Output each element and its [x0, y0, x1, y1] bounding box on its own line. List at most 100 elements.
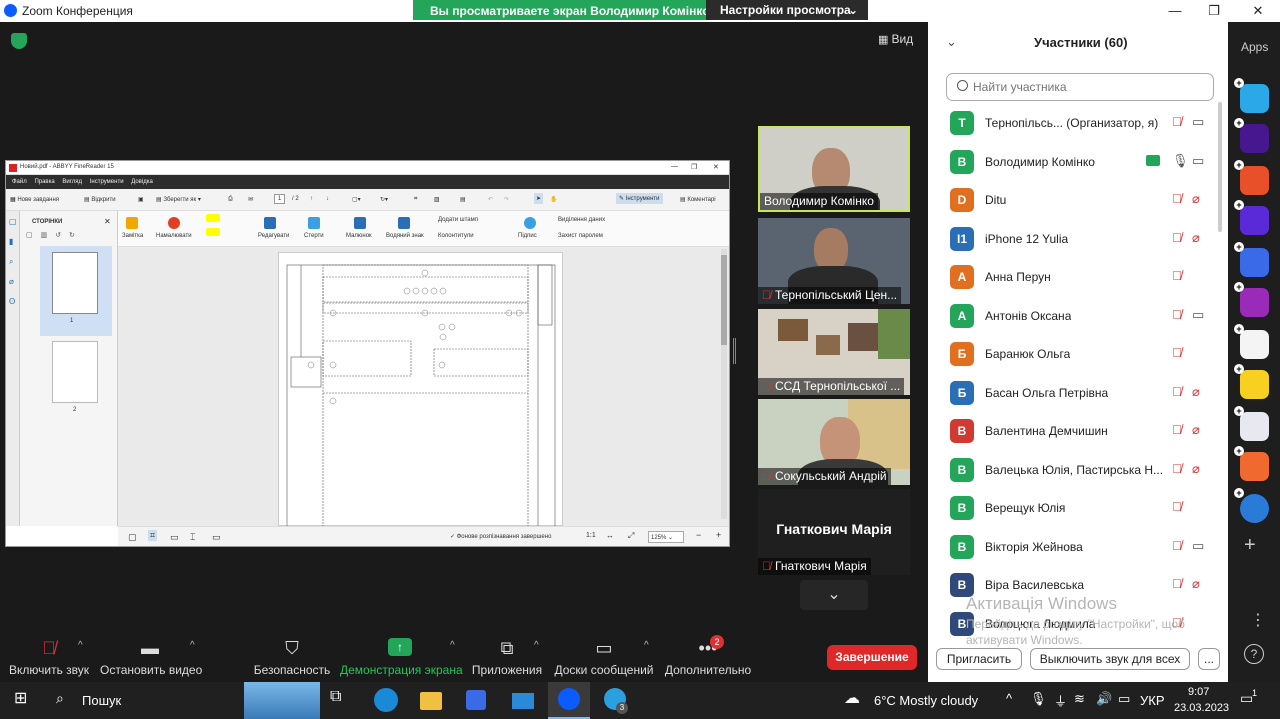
- muted-mic-icon[interactable]: 🎙̸: [1172, 230, 1182, 245]
- signature-icon[interactable]: [524, 217, 536, 229]
- image-icon[interactable]: ▨: [434, 196, 440, 203]
- app-icon-11[interactable]: +: [1234, 488, 1269, 523]
- fit-page-button[interactable]: ⤢: [628, 531, 634, 541]
- ribbon-picture[interactable]: Малюнок: [346, 233, 372, 239]
- mute-all-button[interactable]: Выключить звук для всех: [1030, 648, 1190, 670]
- erase-icon[interactable]: [308, 217, 320, 229]
- whiteboard-options-caret-icon[interactable]: ^: [644, 640, 649, 651]
- abbyy-close-button[interactable]: ✕: [713, 163, 719, 171]
- video-options-caret-icon[interactable]: ^: [190, 640, 195, 651]
- menu-tools[interactable]: Інструменти: [90, 175, 124, 189]
- print-icon[interactable]: ⎙: [228, 196, 233, 203]
- watermark-icon[interactable]: [398, 217, 410, 229]
- weather-text[interactable]: 6°C Mostly cloudy: [874, 693, 978, 708]
- search-icon[interactable]: ⌕: [9, 257, 13, 267]
- twine-app-icon[interactable]: +: [1234, 406, 1269, 441]
- usb-icon[interactable]: ⏚: [1054, 691, 1067, 710]
- battery-icon[interactable]: ▭: [1118, 691, 1130, 707]
- video-tile-2[interactable]: 🎙̸ Тернопільський Цен...: [758, 218, 910, 304]
- app-icon-4[interactable]: +: [1234, 200, 1269, 235]
- page-thumbnail-2[interactable]: [52, 341, 98, 403]
- mic-tray-icon[interactable]: 🎙: [1030, 691, 1047, 707]
- picture-icon[interactable]: [354, 217, 366, 229]
- delete-page-icon[interactable]: ▥: [41, 232, 48, 239]
- camera-off-icon[interactable]: ⌀: [1192, 230, 1200, 246]
- document-scrollbar[interactable]: [721, 249, 727, 519]
- scroll-mode-icon[interactable]: ⌶: [190, 532, 195, 543]
- view-settings-button[interactable]: Настройки просмотра ⌄: [706, 0, 868, 20]
- rotate-right-icon[interactable]: ↻: [69, 232, 75, 239]
- app-icon-3[interactable]: +: [1234, 160, 1269, 195]
- undo-icon[interactable]: ↶: [488, 196, 493, 203]
- end-meeting-button[interactable]: Завершение: [827, 645, 917, 670]
- muted-mic-icon[interactable]: 🎙̸: [1172, 384, 1182, 399]
- camera-icon[interactable]: ▭: [1192, 114, 1204, 130]
- signatures-icon[interactable]: ʘ: [9, 297, 15, 306]
- muted-mic-icon[interactable]: 🎙̸: [1172, 499, 1182, 514]
- draw-icon[interactable]: [168, 217, 180, 229]
- app-icon-6[interactable]: +: [1234, 282, 1269, 317]
- ribbon-watermark[interactable]: Водяний знак: [386, 233, 424, 239]
- video-tile-1[interactable]: Володимир Комінко: [758, 126, 910, 212]
- clock-date[interactable]: 23.03.2023: [1174, 702, 1229, 714]
- kahoot-app-icon[interactable]: +: [1234, 118, 1269, 153]
- split-handle[interactable]: [733, 338, 736, 364]
- camera-icon[interactable]: ▭: [1192, 307, 1204, 323]
- page-number-input[interactable]: 1: [274, 194, 286, 204]
- bookmarks-icon[interactable]: ▮: [9, 237, 13, 246]
- participant-row[interactable]: В Валецька Юлія, Пастирська Н... 🎙̸ ⌀: [928, 451, 1218, 489]
- camera-off-icon[interactable]: ⌀: [1192, 461, 1200, 477]
- actual-size-button[interactable]: 1:1: [586, 532, 596, 539]
- presentation-icon[interactable]: ▭: [212, 532, 221, 543]
- muted-mic-icon[interactable]: 🎙̸: [1172, 268, 1182, 283]
- muted-mic-icon[interactable]: 🎙̸: [1172, 576, 1182, 591]
- page-up-icon[interactable]: ↑: [310, 196, 313, 202]
- ribbon-edit[interactable]: Редагувати: [258, 233, 289, 239]
- share-screen-button[interactable]: ↑ Демонстрация экрана: [340, 632, 463, 682]
- collapse-chevron-icon[interactable]: ⌄: [946, 34, 957, 50]
- search-input[interactable]: [973, 79, 1203, 95]
- app-icon-1[interactable]: +: [1234, 78, 1269, 113]
- muted-mic-icon[interactable]: 🎙̸: [1172, 422, 1182, 437]
- more-vertical-icon[interactable]: ⋮: [1250, 610, 1266, 630]
- search-icon[interactable]: ⌕: [56, 690, 64, 707]
- edge-icon[interactable]: [374, 688, 398, 712]
- muted-mic-icon[interactable]: 🎙̸: [1172, 114, 1182, 129]
- view-button[interactable]: ▦ Вид: [878, 32, 913, 46]
- video-tile-3[interactable]: 🎙̸ ССД Тернопільської ...: [758, 309, 910, 395]
- clock-time[interactable]: 9:07: [1188, 686, 1209, 698]
- ribbon-erase[interactable]: Стерти: [304, 233, 324, 239]
- abbyy-minimize-button[interactable]: —: [671, 163, 678, 170]
- zoom-in-button[interactable]: +: [716, 530, 721, 540]
- invite-button[interactable]: Пригласить: [936, 648, 1022, 670]
- muted-mic-icon[interactable]: 🎙̸: [1172, 538, 1182, 553]
- select-tool-icon[interactable]: ➤: [534, 193, 544, 204]
- add-app-plus-icon[interactable]: +: [1244, 534, 1256, 557]
- taskbar-search[interactable]: Пошук: [82, 693, 121, 708]
- abbyy-window[interactable]: Новий.pdf - ABBYY FineReader 15 — ❐ ✕ Фа…: [5, 160, 730, 547]
- insert-page-icon[interactable]: ▢: [26, 232, 33, 239]
- task-view-icon[interactable]: ⧉: [330, 688, 341, 706]
- camera-off-icon[interactable]: ⌀: [1192, 191, 1200, 207]
- tray-chevron-icon[interactable]: ^: [1006, 691, 1012, 706]
- page-thumbnail-1[interactable]: 1: [40, 246, 112, 336]
- ribbon-note[interactable]: Замітка: [122, 233, 143, 239]
- muted-mic-icon[interactable]: 🎙̸: [1172, 307, 1182, 322]
- camera-off-icon[interactable]: ⌀: [1192, 576, 1200, 592]
- layout-icon[interactable]: ▤: [460, 196, 466, 203]
- camera-icon[interactable]: ▭: [1192, 153, 1204, 169]
- rotate-left-icon[interactable]: ↺: [55, 232, 61, 239]
- ribbon-signature[interactable]: Підпис: [518, 233, 537, 239]
- apps-options-caret-icon[interactable]: ^: [534, 640, 539, 651]
- audio-options-caret-icon[interactable]: ^: [78, 640, 83, 651]
- participant-row[interactable]: А Анна Перун 🎙̸: [928, 258, 1218, 296]
- muted-mic-icon[interactable]: 🎙̸: [1172, 191, 1182, 206]
- abbyy-maximize-button[interactable]: ❐: [691, 163, 697, 171]
- store-icon[interactable]: [466, 690, 486, 710]
- wifi-icon[interactable]: ≋: [1074, 691, 1085, 707]
- camera-off-icon[interactable]: ⌀: [1192, 422, 1200, 438]
- save-as-button[interactable]: ▤ Зберегти як ▾: [156, 196, 201, 203]
- save-icon[interactable]: ▣: [138, 196, 144, 203]
- app-icon-8[interactable]: +: [1234, 364, 1269, 399]
- encryption-shield-icon[interactable]: [11, 33, 27, 49]
